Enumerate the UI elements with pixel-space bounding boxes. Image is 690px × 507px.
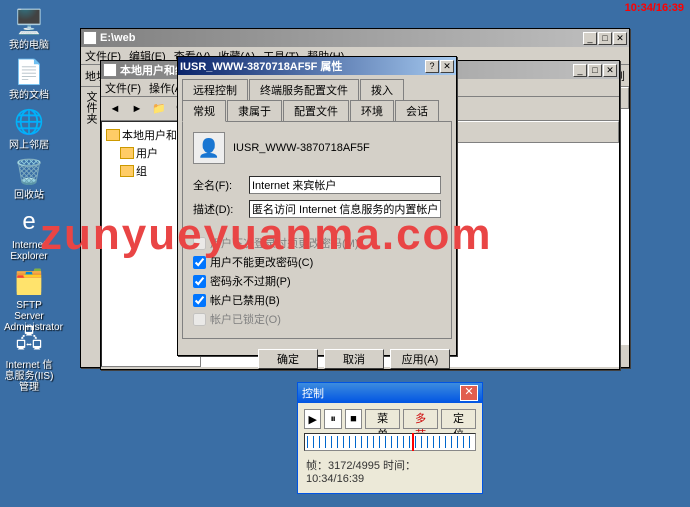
folder-icon (120, 147, 134, 159)
fullname-field[interactable] (249, 176, 441, 194)
tab-session[interactable]: 会话 (395, 100, 439, 121)
back-button[interactable]: ◄ (105, 99, 125, 119)
desktop-icon-computer[interactable]: 🖥️我的电脑 (4, 6, 54, 51)
desktop-icon-network[interactable]: 🌐网上邻居 (4, 106, 54, 151)
player-status: 帧：3172/4995 时间：10:34/16:39 (304, 455, 476, 487)
desktop-icon-documents[interactable]: 📄我的文档 (4, 56, 54, 101)
ok-button[interactable]: 确定 (258, 349, 318, 369)
prop-titlebar[interactable]: IUSR_WWW-3870718AF5F 属性 ? ✕ (178, 57, 456, 75)
folder-icon (83, 31, 97, 45)
pause-button[interactable]: ⏸ (324, 409, 341, 429)
timestamp-overlay: 10:34/16:39 (625, 2, 684, 14)
network-icon: 🌐 (13, 106, 45, 138)
desc-field[interactable] (249, 200, 441, 218)
documents-icon: 📄 (13, 56, 45, 88)
timeline-marks (307, 436, 473, 448)
player-controls: ▶ ⏸ ■ 菜单 多节 定位 (304, 409, 476, 429)
chk-cannot-change[interactable]: 用户不能更改密码(C) (193, 254, 441, 270)
player-window[interactable]: 控制 ✕ ▶ ⏸ ■ 菜单 多节 定位 帧：3172/4995 时间：10:34… (297, 382, 483, 494)
fullname-label: 全名(F): (193, 177, 249, 193)
folder-icon (106, 129, 120, 141)
maximize-button[interactable]: □ (588, 64, 602, 77)
recycle-icon: 🗑️ (13, 156, 45, 188)
menu-file[interactable]: 文件(F) (105, 80, 141, 96)
apply-button[interactable]: 应用(A) (390, 349, 450, 369)
tab-profile[interactable]: 配置文件 (283, 100, 349, 121)
tab-remote[interactable]: 远程控制 (182, 79, 248, 100)
username-label: IUSR_WWW-3870718AF5F (233, 142, 370, 154)
prop-tabs-row2: 常规 隶属于 配置文件 环境 会话 (178, 100, 456, 121)
desktop-icon-iis[interactable]: 🖧Internet 信息服务(IIS)管理 (4, 326, 54, 393)
prop-content: 👤 IUSR_WWW-3870718AF5F 全名(F): 描述(D): 用户下… (182, 121, 452, 339)
explorer-titlebar[interactable]: E:\web _ □ ✕ (81, 29, 629, 47)
chk-locked: 帐户已锁定(O) (193, 311, 441, 327)
tab-general[interactable]: 常规 (182, 100, 226, 122)
close-button[interactable]: ✕ (613, 32, 627, 45)
sftp-icon: 🗂️ (13, 266, 45, 298)
close-button[interactable]: ✕ (603, 64, 617, 77)
menu-button[interactable]: 菜单 (365, 409, 400, 429)
desktop-icon-recycle[interactable]: 🗑️回收站 (4, 156, 54, 201)
folder-icon (120, 165, 134, 177)
close-button[interactable]: ✕ (460, 385, 478, 401)
properties-dialog[interactable]: IUSR_WWW-3870718AF5F 属性 ? ✕ 远程控制 终端服务配置文… (177, 56, 457, 356)
desktop-icon-ie[interactable]: eInternet Explorer (4, 206, 54, 262)
sidebar-label: 文件夹 (83, 91, 99, 124)
up-button[interactable]: 📁 (149, 99, 169, 119)
chk-must-change: 用户下次登录时须更改密码(M) (193, 235, 441, 251)
ie-icon: e (13, 206, 45, 238)
minimize-button[interactable]: _ (573, 64, 587, 77)
tab-memberof[interactable]: 隶属于 (227, 100, 282, 121)
minimize-button[interactable]: _ (583, 32, 597, 45)
chk-disabled[interactable]: 帐户已禁用(B) (193, 292, 441, 308)
locate-button[interactable]: 定位 (441, 409, 476, 429)
maximize-button[interactable]: □ (598, 32, 612, 45)
chk-never-expire[interactable]: 密码永不过期(P) (193, 273, 441, 289)
tab-ts[interactable]: 终端服务配置文件 (249, 79, 359, 100)
prop-buttons: 确定 取消 应用(A) (178, 343, 456, 375)
computer-icon: 🖥️ (13, 6, 45, 38)
close-button[interactable]: ✕ (440, 60, 454, 73)
timeline-cursor[interactable] (412, 433, 414, 451)
more-button[interactable]: 多节 (403, 409, 438, 429)
desc-label: 描述(D): (193, 201, 249, 217)
player-timeline[interactable] (304, 433, 476, 451)
play-button[interactable]: ▶ (304, 409, 321, 429)
tab-env[interactable]: 环境 (350, 100, 394, 121)
player-titlebar[interactable]: 控制 ✕ (298, 383, 482, 403)
cancel-button[interactable]: 取消 (324, 349, 384, 369)
stop-button[interactable]: ■ (345, 409, 362, 429)
prop-title: IUSR_WWW-3870718AF5F 属性 (180, 58, 425, 74)
explorer-title: E:\web (100, 32, 583, 44)
mmc-icon (103, 63, 117, 77)
tab-dialin[interactable]: 拨入 (360, 79, 404, 100)
prop-tabs-row1: 远程控制 终端服务配置文件 拨入 (178, 75, 456, 100)
fwd-button[interactable]: ► (127, 99, 147, 119)
user-icon: 👤 (193, 132, 225, 164)
player-title: 控制 (302, 385, 324, 401)
iis-icon: 🖧 (13, 326, 45, 358)
help-button[interactable]: ? (425, 60, 439, 73)
